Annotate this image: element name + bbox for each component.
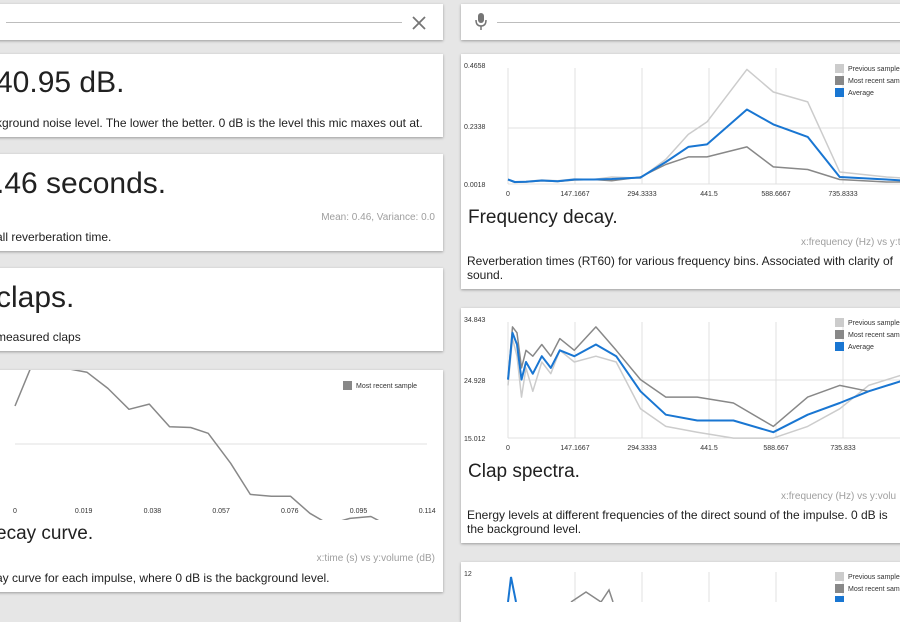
close-icon[interactable] — [411, 15, 427, 31]
x-tick-label: 0.057 — [212, 508, 230, 515]
legend-swatch — [835, 88, 844, 97]
frequency-decay-title: Frequency decay. — [468, 207, 618, 228]
claps-card: claps. measured claps — [0, 268, 443, 351]
y-tick-label: 0.4658 — [464, 63, 486, 70]
x-tick-label: 735.833 — [830, 445, 855, 452]
legend-swatch — [835, 64, 844, 73]
y-tick-label: 15.012 — [464, 436, 486, 443]
clap-spectra-axes: x:frequency (Hz) vs y:volu — [781, 491, 897, 502]
noise-level-card: 40.95 dB. kground noise level. The lower… — [0, 54, 443, 137]
series-line — [507, 576, 517, 602]
mic-level-line — [497, 22, 900, 23]
search-bar[interactable] — [0, 4, 443, 40]
reverb-time-stats: Mean: 0.46, Variance: 0.0 — [321, 212, 435, 223]
x-tick-label: 0 — [506, 191, 510, 198]
legend-label: Most recent sample — [848, 78, 900, 85]
bottom-chart-card: 12 Previous samples Most recent sample — [461, 562, 900, 622]
claps-count: claps. — [0, 281, 75, 314]
series-line — [507, 68, 900, 183]
frequency-decay-axes: x:frequency (Hz) vs y:tim — [801, 237, 900, 248]
x-tick-label: 735.8333 — [828, 191, 857, 198]
decay-curve-card: 0 0.019 0.038 0.057 0.076 0.095 0.114 Most rece… — [0, 370, 443, 592]
y-tick-label: 34.843 — [464, 317, 486, 324]
legend-swatch — [835, 342, 844, 351]
reverb-time-card: .46 seconds. Mean: 0.46, Variance: 0.0 a… — [0, 154, 443, 251]
x-tick-label: 0.076 — [281, 508, 299, 515]
x-tick-label: 0 — [506, 445, 510, 452]
x-tick-label: 147.1667 — [560, 445, 589, 452]
clap-spectra-title: Clap spectra. — [468, 461, 580, 482]
x-tick-label: 0.095 — [350, 508, 368, 515]
x-tick-label: 294.3333 — [627, 445, 656, 452]
y-tick-label: 0.2338 — [464, 124, 486, 131]
legend-label: Previous samples — [848, 320, 900, 327]
y-tick-label: 12 — [464, 571, 472, 578]
legend-label: Previous samples — [848, 574, 900, 581]
decay-curve-axes: x:time (s) vs y:volume (dB) — [316, 553, 435, 564]
reverb-time-description: all reverberation time. — [0, 230, 112, 244]
search-input-underline[interactable] — [6, 22, 402, 23]
noise-level-description: kground noise level. The lower the bette… — [0, 116, 423, 130]
x-tick-label: 588.667 — [763, 445, 788, 452]
bottom-chart: 12 Previous samples Most recent sample — [464, 571, 900, 602]
x-tick-label: 441.5 — [700, 445, 718, 452]
mic-bar[interactable] — [461, 4, 900, 40]
legend-swatch — [835, 596, 844, 602]
x-tick-label: 0 — [13, 508, 17, 515]
x-tick-label: 294.3333 — [627, 191, 656, 198]
legend-label: Previous samples — [848, 66, 900, 73]
legend-swatch — [835, 318, 844, 327]
y-tick-label: 0.0018 — [464, 182, 486, 189]
mic-icon[interactable] — [474, 12, 488, 32]
series-line — [570, 588, 614, 602]
noise-level-value: 40.95 dB. — [0, 66, 125, 99]
x-tick-label: 588.6667 — [761, 191, 790, 198]
legend-swatch — [343, 381, 352, 390]
series-line — [507, 326, 900, 428]
legend-label: Average — [848, 344, 874, 351]
x-tick-label: 441.5 — [700, 191, 718, 198]
frequency-decay-description: Reverberation times (RT60) for various f… — [467, 254, 893, 282]
legend-label: Most recent sample — [848, 332, 900, 339]
clap-spectra-description: Energy levels at different frequencies o… — [467, 508, 888, 536]
claps-description: measured claps — [0, 330, 81, 344]
x-tick-label: 0.038 — [144, 508, 162, 515]
legend-label: Most recent sample — [356, 383, 417, 390]
frequency-decay-chart: 0 147.1667 294.3333 441.5 588.6667 735.8333 0.… — [464, 63, 900, 198]
legend-swatch — [835, 76, 844, 85]
frequency-decay-card: 0 147.1667 294.3333 441.5 588.6667 735.8333 0.… — [461, 54, 900, 289]
legend-label: Average — [848, 90, 874, 97]
series-line — [507, 108, 900, 183]
legend-swatch — [835, 330, 844, 339]
legend-label: Most recent sample — [848, 586, 900, 593]
legend-swatch — [835, 584, 844, 593]
clap-spectra-chart: 0 147.1667 294.3333 441.5 588.667 735.833 15.0… — [464, 317, 900, 452]
decay-curve-description: ay curve for each impulse, where 0 dB is… — [0, 571, 330, 585]
y-tick-label: 24.928 — [464, 378, 486, 385]
legend-swatch — [835, 572, 844, 581]
decay-curve-chart: 0 0.019 0.038 0.057 0.076 0.095 0.114 Most rece… — [13, 370, 436, 520]
clap-spectra-card: 0 147.1667 294.3333 441.5 588.667 735.833 15.0… — [461, 308, 900, 543]
reverb-time-value: .46 seconds. — [0, 167, 167, 200]
x-tick-label: 147.1667 — [560, 191, 589, 198]
series-line — [14, 370, 380, 520]
x-tick-label: 0.019 — [75, 508, 93, 515]
decay-curve-title: ecay curve. — [0, 523, 94, 544]
x-tick-label: 0.114 — [419, 508, 436, 515]
